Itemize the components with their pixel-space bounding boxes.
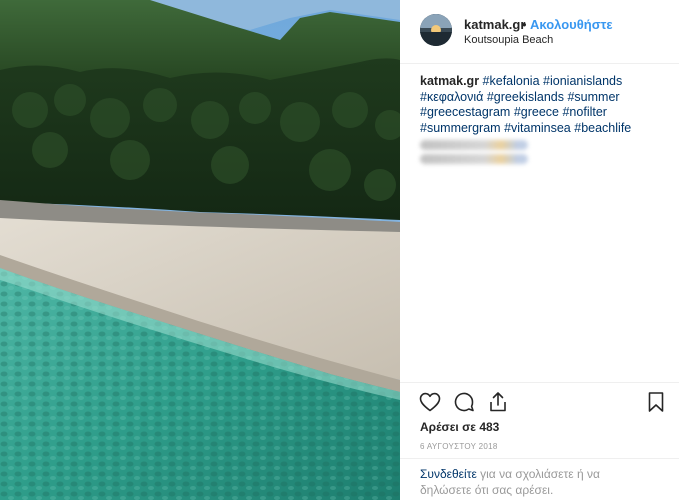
avatar[interactable] [420, 14, 452, 46]
hashtag[interactable]: #nofilter [562, 105, 606, 119]
comment-icon[interactable] [452, 390, 476, 414]
action-bar [418, 390, 668, 416]
follow-button[interactable]: Ακολουθήστε [530, 17, 613, 32]
hashtag[interactable]: #vitaminsea [504, 121, 571, 135]
likes-count[interactable]: Αρέσει σε 483 [420, 420, 499, 434]
hashtag[interactable]: #ionianislands [543, 74, 622, 88]
bookmark-icon[interactable] [644, 390, 668, 414]
location-link[interactable]: Koutsoupia Beach [464, 34, 553, 46]
caption-username[interactable]: katmak.gr [420, 74, 479, 88]
hashtag[interactable]: #summergram [420, 121, 501, 135]
hashtag[interactable]: #kefalonia [483, 74, 540, 88]
hashtag[interactable]: #greekislands [487, 90, 564, 104]
post-side-panel: katmak.gr • Ακολουθήστε Koutsoupia Beach… [400, 0, 679, 500]
divider [400, 458, 679, 459]
post-header: katmak.gr • Ακολουθήστε Koutsoupia Beach [400, 0, 679, 64]
post-caption: katmak.gr #kefalonia #ionianislands #κεφ… [420, 74, 650, 136]
share-icon[interactable] [486, 390, 510, 414]
hashtag[interactable]: #summer [567, 90, 619, 104]
post-date[interactable]: 6 ΑΥΓΟΥΣΤΟΥ 2018 [420, 442, 498, 451]
login-prompt: Συνδεθείτε για να σχολιάσετε ή να δηλώσε… [420, 466, 650, 498]
username[interactable]: katmak.gr [464, 17, 525, 32]
heart-icon[interactable] [418, 390, 442, 414]
hashtag[interactable]: #greece [514, 105, 559, 119]
hashtag[interactable]: #beachlife [574, 121, 631, 135]
post-photo[interactable] [0, 0, 400, 500]
login-link[interactable]: Συνδεθείτε [420, 467, 477, 481]
blurred-text [420, 140, 528, 150]
hashtag[interactable]: #κεφαλονιά [420, 90, 483, 104]
blurred-text [420, 154, 528, 164]
divider [400, 382, 679, 383]
separator-dot: • [522, 17, 527, 32]
hashtag[interactable]: #greecestagram [420, 105, 510, 119]
